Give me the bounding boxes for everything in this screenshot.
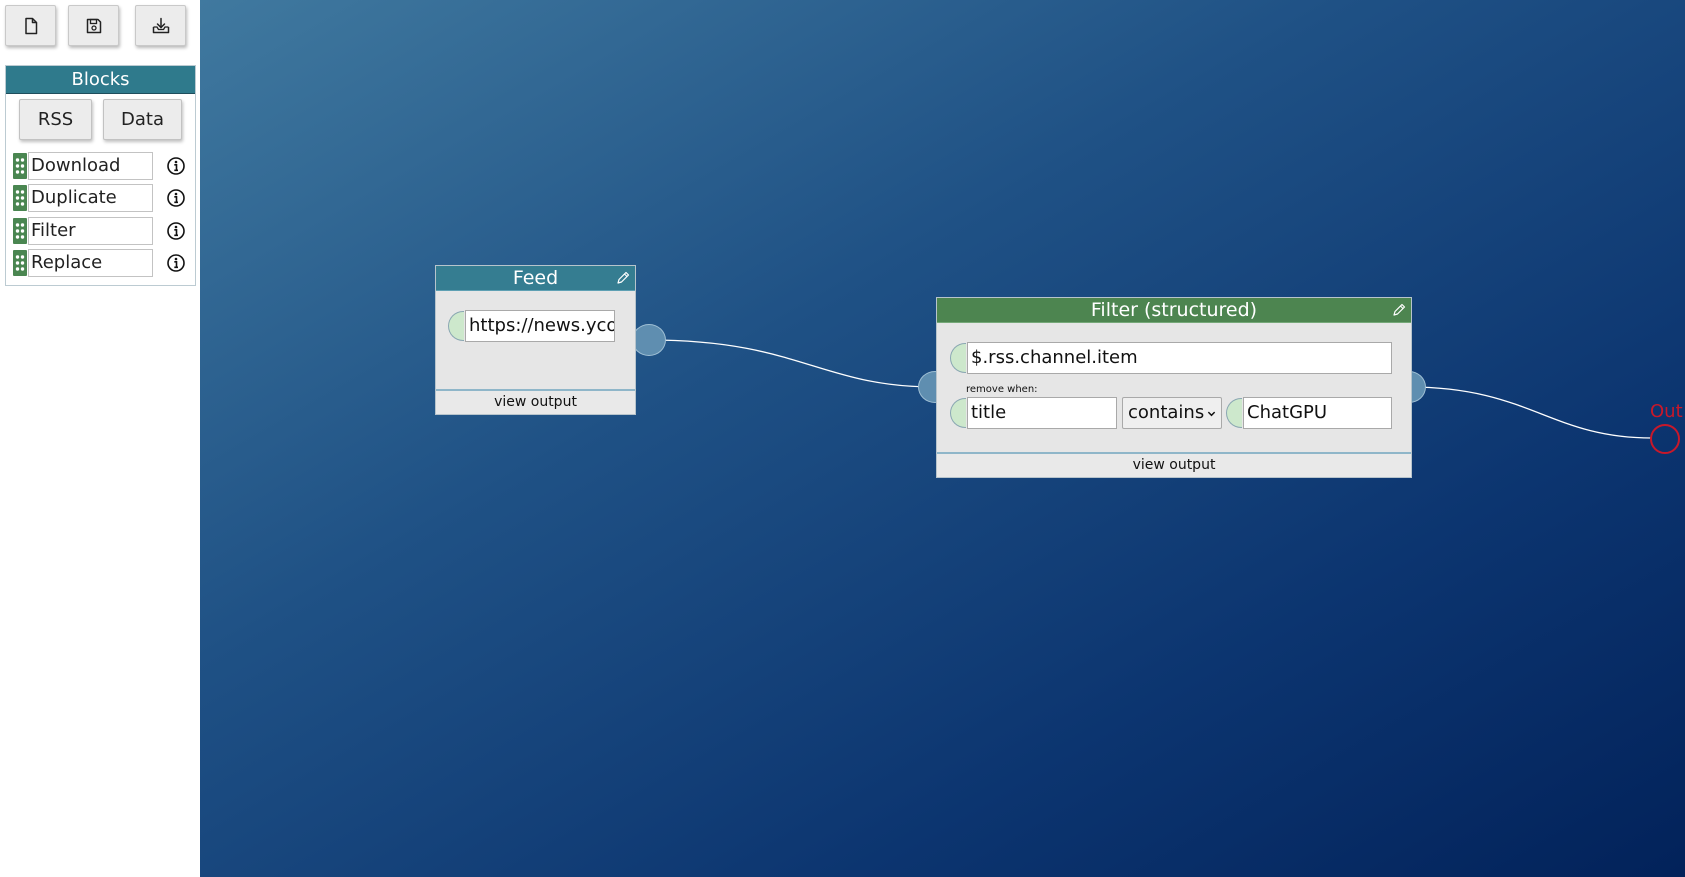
output-label: Out (1650, 401, 1683, 422)
drag-handle-icon[interactable] (13, 250, 27, 276)
download-tray-icon (152, 17, 169, 33)
download-button[interactable] (135, 5, 186, 46)
info-icon[interactable] (166, 253, 186, 273)
block-item-filter[interactable]: Filter (13, 217, 189, 245)
block-item-label: Duplicate (28, 184, 153, 212)
filter-path-input[interactable]: $.rss.channel.item (967, 342, 1392, 374)
feed-node-header[interactable]: Feed (436, 266, 635, 291)
remove-when-label: remove when: (966, 384, 1038, 395)
blocks-panel-title: Blocks (6, 66, 195, 94)
sidebar: Blocks RSS Data Download Duplicate Filte… (0, 0, 200, 877)
filter-operator-value: contains (1128, 402, 1205, 423)
filter-match-input[interactable]: ChatGPU (1243, 397, 1392, 429)
filter-operator-select[interactable]: contains (1122, 397, 1222, 429)
feed-url-input[interactable]: https://news.ycombinator.com/rss (465, 310, 615, 342)
file-icon (24, 17, 37, 34)
tab-data[interactable]: Data (103, 99, 182, 140)
filter-match-input-port[interactable] (1226, 398, 1242, 428)
feed-node-title: Feed (512, 267, 559, 289)
filter-node[interactable]: Filter (structured) $.rss.channel.item r… (936, 297, 1412, 478)
info-icon[interactable] (166, 221, 186, 241)
pencil-icon[interactable] (615, 270, 631, 286)
drag-handle-icon[interactable] (13, 185, 27, 211)
save-button[interactable] (68, 5, 119, 46)
drag-handle-icon[interactable] (13, 218, 27, 244)
new-file-button[interactable] (5, 5, 56, 46)
wire-filter-to-output (1408, 386, 1653, 439)
feed-url-input-port[interactable] (448, 311, 464, 341)
pencil-icon[interactable] (1391, 302, 1407, 318)
feed-output-port[interactable] (632, 324, 666, 356)
block-item-label: Replace (28, 249, 153, 277)
filter-field-input-port[interactable] (950, 398, 966, 428)
blocks-panel: Blocks RSS Data Download Duplicate Filte… (5, 65, 196, 286)
block-item-duplicate[interactable]: Duplicate (13, 184, 189, 212)
filter-view-output-button[interactable]: view output (937, 452, 1411, 477)
feed-view-output-button[interactable]: view output (436, 389, 635, 414)
filter-field-input[interactable]: title (967, 397, 1117, 429)
block-item-label: Download (28, 152, 153, 180)
floppy-disk-icon (86, 18, 101, 33)
output-port[interactable] (1650, 424, 1680, 454)
chevron-down-icon (1207, 411, 1216, 417)
feed-node[interactable]: Feed https://news.ycombinator.com/rss vi… (435, 265, 636, 415)
pipeline-canvas[interactable]: Feed https://news.ycombinator.com/rss vi… (200, 0, 1685, 877)
tab-rss[interactable]: RSS (19, 99, 92, 140)
wire-feed-to-filter (648, 339, 936, 388)
drag-handle-icon[interactable] (13, 153, 27, 179)
filter-node-title: Filter (structured) (1090, 299, 1258, 321)
block-item-label: Filter (28, 217, 153, 245)
info-icon[interactable] (166, 188, 186, 208)
filter-node-header[interactable]: Filter (structured) (937, 298, 1411, 323)
filter-path-input-port[interactable] (950, 343, 966, 373)
block-item-replace[interactable]: Replace (13, 249, 189, 277)
block-item-download[interactable]: Download (13, 152, 189, 180)
info-icon[interactable] (166, 156, 186, 176)
